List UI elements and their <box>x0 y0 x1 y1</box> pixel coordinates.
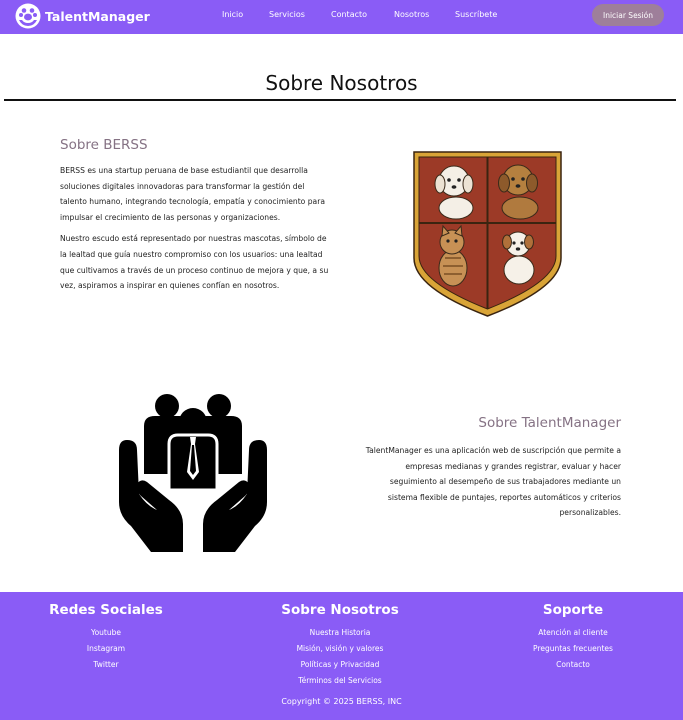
footer-link-faq[interactable]: Preguntas frecuentes <box>473 641 673 657</box>
brand-logo-link[interactable]: TalentManager <box>15 3 150 29</box>
nav-contacto[interactable]: Contacto <box>331 10 367 19</box>
footer-link-customer-service[interactable]: Atención al cliente <box>473 625 673 641</box>
footer-about-title: Sobre Nosotros <box>281 602 399 618</box>
berss-heading: Sobre BERSS <box>60 137 148 153</box>
footer-social-title: Redes Sociales <box>49 602 163 618</box>
brand-name: TalentManager <box>45 8 150 24</box>
title-divider <box>4 99 676 101</box>
berss-paragraph-2: Nuestro escudo está representado por nue… <box>60 234 329 291</box>
footer-link-terms[interactable]: Términos del Servicios <box>240 673 440 689</box>
nav-suscribete[interactable]: Suscríbete <box>455 10 497 19</box>
mascots-crest-image <box>413 151 562 317</box>
site-footer: Redes Sociales Youtube Instagram Twitter… <box>0 592 683 720</box>
top-navbar: TalentManager Inicio Servicios Contacto … <box>0 0 683 34</box>
login-button[interactable]: Iniciar Sesión <box>592 4 664 26</box>
footer-link-instagram[interactable]: Instagram <box>6 641 206 657</box>
footer-link-privacy[interactable]: Políticas y Privacidad <box>240 657 440 673</box>
talentmanager-heading: Sobre TalentManager <box>478 415 621 431</box>
footer-link-twitter[interactable]: Twitter <box>6 657 206 673</box>
berss-paragraph-1: BERSS es una startup peruana de base est… <box>60 166 325 222</box>
footer-support-title: Soporte <box>542 602 604 618</box>
nav-servicios[interactable]: Servicios <box>269 10 305 19</box>
footer-support-column: Soporte Atención al cliente Preguntas fr… <box>473 601 673 673</box>
page-title: Sobre Nosotros <box>265 71 418 95</box>
white-dog-icon <box>434 165 474 220</box>
nav-inicio[interactable]: Inicio <box>222 10 243 19</box>
paw-hand-logo-icon <box>15 3 41 29</box>
footer-link-youtube[interactable]: Youtube <box>6 625 206 641</box>
talentmanager-description: TalentManager es una aplicación web de s… <box>365 446 621 518</box>
footer-about-column: Sobre Nosotros Nuestra Historia Misión, … <box>240 601 440 689</box>
berss-description: BERSS es una startup peruana de base est… <box>60 163 330 300</box>
nav-nosotros[interactable]: Nosotros <box>394 10 429 19</box>
copyright-text: Copyright © 2025 BERSS, INC <box>281 697 402 706</box>
footer-link-contact[interactable]: Contacto <box>473 657 673 673</box>
footer-link-history[interactable]: Nuestra Historia <box>240 625 440 641</box>
hands-holding-people-icon <box>119 394 267 552</box>
footer-social-column: Redes Sociales Youtube Instagram Twitter <box>6 601 206 673</box>
footer-link-mission[interactable]: Misión, visión y valores <box>240 641 440 657</box>
